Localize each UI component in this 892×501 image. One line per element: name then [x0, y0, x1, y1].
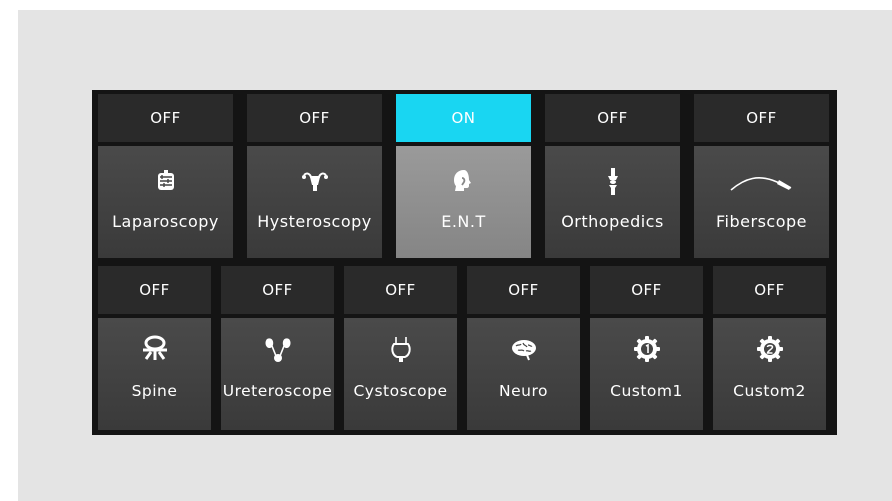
mode-label: Custom1: [610, 382, 683, 400]
gear-1-icon: [633, 336, 660, 362]
fiberscope-icon: [729, 177, 791, 191]
uterus-icon: [301, 172, 328, 191]
mode-button-neuro[interactable]: Neuro: [467, 318, 580, 430]
mode-button-ureteroscope[interactable]: Ureteroscope: [221, 318, 334, 430]
mode-tile-hysteroscopy[interactable]: OFF Hysteroscopy: [247, 94, 382, 258]
mode-button-laparoscopy[interactable]: Laparoscopy: [98, 146, 233, 258]
head-icon: [453, 170, 471, 191]
vertebra-icon: [142, 335, 167, 360]
mode-label: Cystoscope: [353, 382, 448, 400]
mode-label: Laparoscopy: [112, 212, 219, 231]
status-indicator[interactable]: OFF: [713, 266, 826, 314]
bladder-icon: [390, 337, 411, 362]
knee-joint-icon: [607, 168, 618, 195]
mode-tile-custom1[interactable]: OFF Custom1: [590, 266, 703, 430]
gear-2-icon: [756, 336, 783, 362]
mode-tile-ent[interactable]: ON E.N.T: [396, 94, 531, 258]
mode-button-ent[interactable]: E.N.T: [396, 146, 531, 258]
mode-label: Ureteroscope: [222, 382, 333, 400]
status-indicator[interactable]: OFF: [344, 266, 457, 314]
intestine-icon: [157, 170, 174, 190]
status-indicator[interactable]: OFF: [545, 94, 680, 142]
mode-tile-neuro[interactable]: OFF Neuro: [467, 266, 580, 430]
status-indicator[interactable]: OFF: [467, 266, 580, 314]
mode-tile-ureteroscope[interactable]: OFF Ureteroscope: [221, 266, 334, 430]
mode-label: E.N.T: [441, 212, 486, 231]
mode-selection-panel: OFF Laparoscopy OFF Hysteroscopy ON E.N.…: [92, 90, 837, 435]
mode-label: Hysteroscopy: [257, 212, 372, 231]
status-indicator[interactable]: OFF: [590, 266, 703, 314]
mode-button-orthopedics[interactable]: Orthopedics: [545, 146, 680, 258]
mode-button-custom2[interactable]: Custom2: [713, 318, 826, 430]
mode-label: Neuro: [499, 382, 548, 400]
mode-label: Custom2: [733, 382, 806, 400]
mode-tile-fiberscope[interactable]: OFF Fiberscope: [694, 94, 829, 258]
mode-button-fiberscope[interactable]: Fiberscope: [694, 146, 829, 258]
mode-button-spine[interactable]: Spine: [98, 318, 211, 430]
mode-button-cystoscope[interactable]: Cystoscope: [344, 318, 457, 430]
mode-tile-laparoscopy[interactable]: OFF Laparoscopy: [98, 94, 233, 258]
mode-button-hysteroscopy[interactable]: Hysteroscopy: [247, 146, 382, 258]
kidneys-icon: [265, 338, 290, 362]
status-indicator[interactable]: OFF: [98, 266, 211, 314]
brain-icon: [511, 340, 536, 361]
mode-label: Orthopedics: [561, 212, 664, 231]
status-indicator[interactable]: OFF: [694, 94, 829, 142]
status-indicator[interactable]: OFF: [221, 266, 334, 314]
mode-tile-custom2[interactable]: OFF Custom2: [713, 266, 826, 430]
mode-tile-cystoscope[interactable]: OFF Cystoscope: [344, 266, 457, 430]
status-indicator[interactable]: OFF: [247, 94, 382, 142]
status-indicator[interactable]: OFF: [98, 94, 233, 142]
mode-label: Fiberscope: [716, 212, 807, 231]
status-indicator[interactable]: ON: [396, 94, 531, 142]
mode-tile-orthopedics[interactable]: OFF Orthopedics: [545, 94, 680, 258]
mode-tile-spine[interactable]: OFF Spine: [98, 266, 211, 430]
mode-button-custom1[interactable]: Custom1: [590, 318, 703, 430]
mode-label: Spine: [131, 382, 178, 400]
